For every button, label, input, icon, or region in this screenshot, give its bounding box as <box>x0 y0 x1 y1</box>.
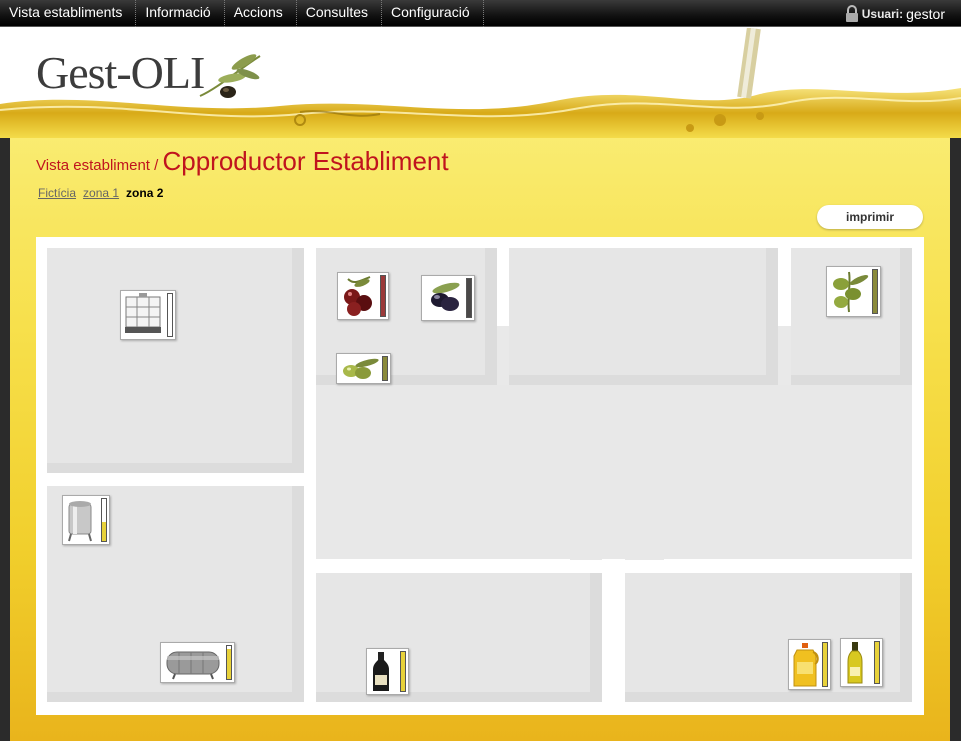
menu-informacio[interactable]: Informació <box>136 0 225 27</box>
oil-bottle-dark-icon <box>373 651 389 691</box>
main-menu: Vista establiments Informació Accions Co… <box>0 0 484 27</box>
plan-item-oil-bottle-dark[interactable] <box>366 648 409 695</box>
user-label: Usuari: <box>861 6 904 21</box>
zone-tab-zona-2[interactable]: zona 2 <box>126 186 163 200</box>
gauge-fill <box>823 643 827 686</box>
level-gauge <box>822 642 828 687</box>
floor-plan <box>36 237 924 715</box>
plan-item-black-olives[interactable] <box>421 275 475 321</box>
plan-open-area <box>316 385 912 560</box>
gauge-fill <box>467 279 471 317</box>
green-olives-icon <box>833 271 869 312</box>
menu-consultes[interactable]: Consultes <box>297 0 383 27</box>
user-name: gestor <box>906 5 945 22</box>
zone-tab-ficticia[interactable]: Fictícia <box>38 186 76 200</box>
level-gauge <box>101 498 107 542</box>
plan-room-1 <box>47 248 304 473</box>
breadcrumb-separator: / <box>149 157 163 174</box>
plan-item-horizontal-tank[interactable] <box>160 642 235 683</box>
header: Gest-OLI <box>0 28 961 138</box>
lock-icon <box>845 4 858 22</box>
horizontal-tank-icon <box>166 651 220 679</box>
level-gauge <box>226 645 232 680</box>
gauge-fill <box>401 652 405 691</box>
plan-item-oil-jug[interactable] <box>788 639 831 690</box>
gauge-fill <box>875 642 879 683</box>
print-button[interactable]: imprimir <box>817 205 923 229</box>
level-gauge <box>167 293 173 337</box>
gauge-fill <box>873 270 877 313</box>
level-gauge <box>380 275 386 317</box>
oil-bottle-glass-icon <box>847 641 863 683</box>
level-gauge <box>400 651 406 692</box>
level-gauge <box>382 356 388 381</box>
plan-wall-divider <box>912 481 924 560</box>
black-olives-icon <box>431 282 460 311</box>
page-title: Vista establiment / Cpproductor Establim… <box>36 146 449 177</box>
oil-jug-icon <box>793 642 819 686</box>
plan-item-steel-tank[interactable] <box>62 495 110 545</box>
level-gauge <box>874 641 880 684</box>
gauge-fill <box>383 357 387 380</box>
menu-vista-establiments[interactable]: Vista establiments <box>0 0 137 27</box>
plan-room-3 <box>509 248 778 385</box>
level-gauge <box>872 269 878 314</box>
plan-item-oil-bottle-glass[interactable] <box>840 638 883 687</box>
zone-tabs: Fictícia zona 1 zona 2 <box>38 186 163 200</box>
plan-item-green-olives[interactable] <box>826 266 881 317</box>
plan-item-ibc-container[interactable] <box>120 290 176 340</box>
plan-wall <box>47 474 317 486</box>
plan-wall-divider <box>304 559 570 571</box>
red-olives-icon <box>344 276 372 316</box>
establishment-name: Cpproductor Establiment <box>162 146 449 176</box>
plan-wall-divider <box>602 559 625 702</box>
gauge-fill <box>227 649 231 679</box>
green-olives-small-icon <box>343 358 379 379</box>
plan-room-6 <box>316 573 602 702</box>
gauge-fill <box>102 522 106 541</box>
level-gauge <box>466 278 472 318</box>
app-logo: Gest-OLI <box>36 47 205 98</box>
breadcrumb-vista-establiment[interactable]: Vista establiment <box>36 157 150 174</box>
menu-accions[interactable]: Accions <box>225 0 297 27</box>
plan-item-green-olives-small[interactable] <box>336 353 391 384</box>
menu-configuracio[interactable]: Configuració <box>382 0 484 27</box>
olive-branch-icon <box>199 54 261 98</box>
user-info[interactable]: Usuari: gestor <box>845 0 945 27</box>
gauge-fill <box>381 276 385 316</box>
plan-wall-divider <box>664 559 912 571</box>
frame-right-border <box>949 90 961 741</box>
steel-tank-icon <box>68 501 92 542</box>
top-navigation-bar: Vista establiments Informació Accions Co… <box>0 0 961 27</box>
zone-tab-zona-1[interactable]: zona 1 <box>83 186 119 200</box>
ibc-container-icon <box>125 293 161 333</box>
plan-item-red-olives[interactable] <box>337 272 389 320</box>
